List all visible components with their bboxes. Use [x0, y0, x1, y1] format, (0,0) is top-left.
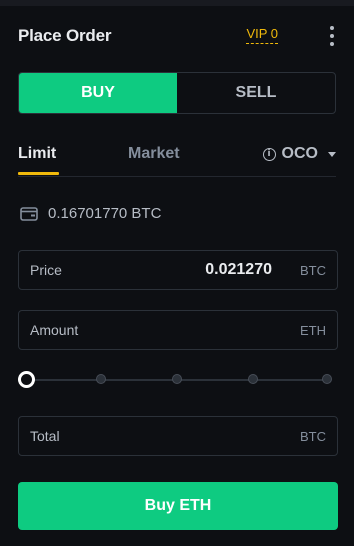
- active-tab-indicator: [18, 172, 59, 175]
- amount-percent-slider[interactable]: [18, 370, 336, 390]
- buy-eth-button[interactable]: Buy ETH: [18, 482, 338, 530]
- top-edge-bar: [0, 0, 354, 6]
- tab-market[interactable]: Market: [128, 145, 180, 163]
- slider-step[interactable]: [248, 374, 258, 384]
- panel-header: Place Order VIP 0: [18, 22, 336, 50]
- tab-market-label: Market: [128, 145, 180, 162]
- order-type-tabs: Limit Market i OCO: [18, 140, 336, 177]
- slider-step[interactable]: [172, 374, 182, 384]
- price-label: Price: [30, 262, 62, 278]
- price-unit: BTC: [300, 262, 326, 278]
- tab-oco-label: OCO: [281, 145, 318, 162]
- total-label: Total: [30, 428, 60, 444]
- info-icon[interactable]: i: [262, 147, 276, 161]
- amount-unit: ETH: [300, 322, 326, 338]
- amount-label: Amount: [30, 322, 79, 338]
- amount-input[interactable]: Amount ETH: [18, 310, 338, 350]
- balance-amount: 0.16701770 BTC: [48, 205, 162, 222]
- total-unit: BTC: [300, 428, 326, 444]
- panel-title: Place Order: [18, 26, 112, 45]
- tab-oco-dropdown[interactable]: i OCO: [262, 145, 336, 163]
- buy-tab-button[interactable]: BUY: [19, 73, 177, 113]
- kebab-menu-icon[interactable]: [328, 22, 336, 50]
- tab-limit-label: Limit: [18, 145, 57, 162]
- slider-step[interactable]: [96, 374, 106, 384]
- available-balance: 0.16701770 BTC: [20, 205, 161, 222]
- price-value: 0.021270: [205, 261, 272, 278]
- tab-limit[interactable]: Limit: [18, 145, 59, 175]
- caret-down-icon: [328, 151, 336, 157]
- total-input[interactable]: Total BTC: [18, 416, 338, 456]
- vip-level-link[interactable]: VIP 0: [246, 26, 278, 44]
- slider-step[interactable]: [322, 374, 332, 384]
- price-input[interactable]: Price 0.021270 BTC: [18, 250, 338, 290]
- wallet-icon: [20, 206, 38, 221]
- buy-sell-toggle: BUY SELL: [18, 72, 336, 114]
- slider-thumb[interactable]: [18, 371, 35, 388]
- sell-tab-button[interactable]: SELL: [177, 73, 335, 113]
